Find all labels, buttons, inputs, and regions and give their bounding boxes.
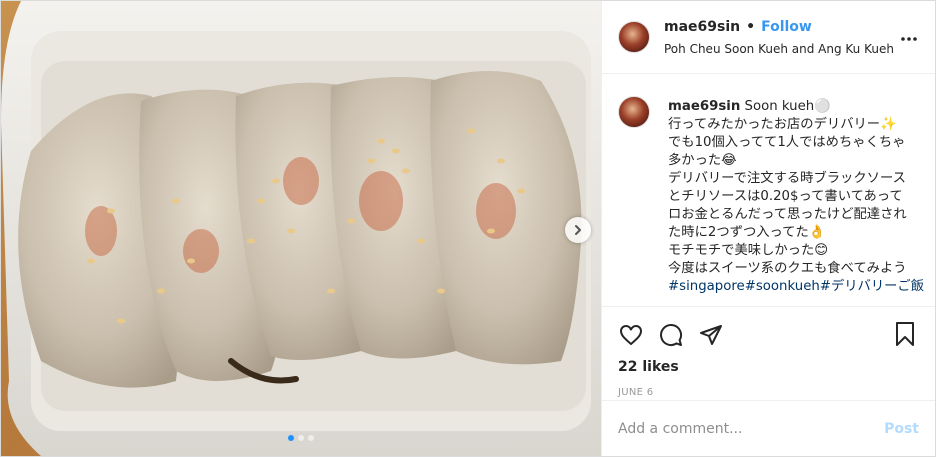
follow-button[interactable]: Follow [761, 20, 812, 34]
caption-line: 今度はスイーツ系のクエも食べてみよう [668, 261, 907, 276]
comment-form: Post [602, 400, 935, 456]
more-icon [901, 37, 917, 41]
post-details-panel: mae69sin • Follow Poh Cheu Soon Kueh and… [601, 1, 935, 456]
caption-line: とチリソースは0.20$って書いてあって [668, 189, 903, 204]
carousel-dots [1, 435, 601, 441]
caption-username[interactable]: mae69sin [668, 99, 740, 114]
chevron-right-icon [575, 225, 581, 235]
caption-line: Soon kueh⚪️ [744, 99, 831, 114]
share-icon [700, 325, 722, 345]
avatar[interactable] [618, 21, 650, 53]
post-photo[interactable] [1, 1, 601, 456]
caption-line: でも10個入ってて1人ではめちゃくちゃ [668, 135, 906, 150]
separator: • [746, 18, 756, 35]
comment-button[interactable] [658, 322, 684, 348]
post-header: mae69sin • Follow Poh Cheu Soon Kueh and… [602, 1, 935, 74]
caption-area: mae69sin Soon kueh⚪️ 行ってみたかったお店のデリバリー✨ で… [602, 74, 935, 306]
heart-icon [620, 325, 642, 345]
post-comment-button[interactable]: Post [884, 421, 919, 437]
caption-text: mae69sin Soon kueh⚪️ 行ってみたかったお店のデリバリー✨ で… [668, 98, 924, 306]
share-button[interactable] [698, 322, 724, 348]
food-photo [1, 1, 601, 456]
caption-line: 行ってみたかったお店のデリバリー✨ [668, 117, 897, 132]
caption-line: デリバリーで注文する時ブラックソース [668, 171, 906, 186]
caption-line: ロお金とるんだって思ったけど配達され [668, 207, 907, 222]
bookmark-icon [896, 322, 914, 346]
username-link[interactable]: mae69sin [664, 20, 740, 34]
comment-input[interactable] [618, 420, 885, 437]
comment-icon [660, 324, 683, 346]
carousel-dot [288, 435, 294, 441]
avatar[interactable] [618, 96, 650, 128]
post-date[interactable]: JUNE 6 [618, 387, 919, 398]
save-button[interactable] [893, 321, 919, 347]
location-link[interactable]: Poh Cheu Soon Kueh and Ang Ku Kueh [664, 43, 894, 55]
caption-line: 多かった😂 [668, 153, 737, 168]
likes-count[interactable]: 22 likes [618, 359, 679, 375]
carousel-dot [308, 435, 314, 441]
more-options-button[interactable] [899, 29, 919, 49]
caption-line: た時に2つずつ入ってた👌 [668, 225, 826, 240]
instagram-post: mae69sin • Follow Poh Cheu Soon Kueh and… [0, 0, 936, 457]
caption-line: モチモチで美味しかった😊 [668, 243, 829, 258]
hashtag-links[interactable]: #singapore#soonkueh#デリバリーご飯 [668, 278, 924, 296]
carousel-dot [298, 435, 304, 441]
next-slide-button[interactable] [565, 217, 591, 243]
like-button[interactable] [618, 322, 644, 348]
